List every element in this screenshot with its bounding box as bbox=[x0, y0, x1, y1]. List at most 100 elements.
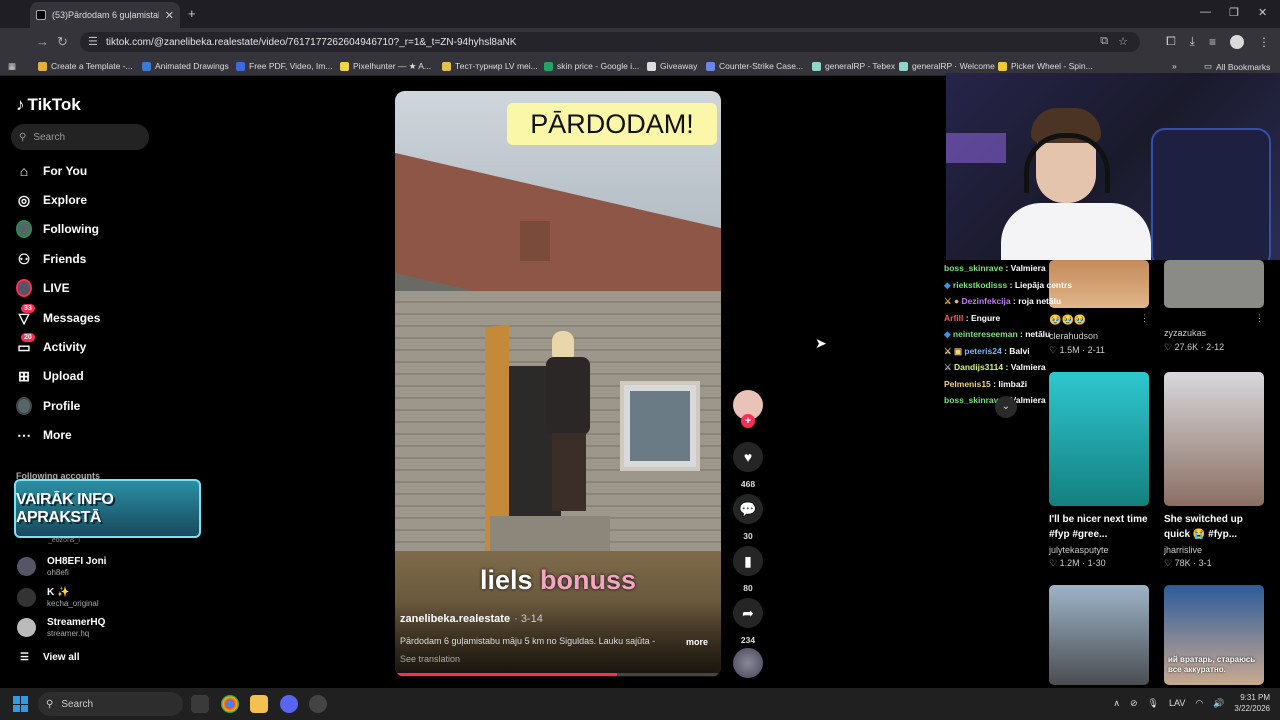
all-bookmarks[interactable]: ▭ All Bookmarks bbox=[1204, 61, 1270, 72]
address-bar[interactable]: ☰ tiktok.com/@zanelibeka.realestate/vide… bbox=[80, 32, 1140, 52]
bookmark-item[interactable]: Counter-Strike Case... bbox=[706, 61, 803, 71]
nav-upload[interactable]: ⊞ Upload bbox=[16, 368, 84, 384]
thumbnail[interactable] bbox=[1049, 585, 1149, 685]
search-input[interactable]: ⚲ Search bbox=[11, 124, 149, 150]
thumbnail-user[interactable]: zyzazukas bbox=[1164, 328, 1206, 338]
nav-messages[interactable]: ▽ 33 Messages bbox=[16, 304, 100, 326]
thumbnail[interactable] bbox=[1164, 372, 1264, 506]
forward-icon[interactable]: → bbox=[36, 34, 49, 49]
music-disc-icon[interactable] bbox=[733, 648, 763, 678]
chat-user: boss_skinrave bbox=[944, 263, 1004, 273]
thumbnail-likes: 78K bbox=[1174, 558, 1191, 568]
video-progress-bar[interactable] bbox=[395, 673, 721, 676]
menu-dots-icon[interactable]: ⋮ bbox=[1258, 35, 1270, 49]
follow-plus-icon[interactable]: + bbox=[741, 414, 755, 428]
following-account[interactable]: OH8EFI Joni oh8efi bbox=[17, 556, 106, 577]
site-info-icon[interactable]: ☰ bbox=[88, 35, 98, 48]
thumbnail-user[interactable]: jharrislive bbox=[1164, 545, 1202, 555]
new-tab-icon[interactable]: + bbox=[188, 6, 196, 21]
nav-friends[interactable]: ⚇ Friends bbox=[16, 251, 87, 267]
nav-for-you[interactable]: ⌂ For You bbox=[16, 163, 87, 179]
video-author[interactable]: zanelibeka.realestate · 3-14 bbox=[400, 613, 543, 625]
media-icon[interactable]: ≡ bbox=[1209, 35, 1216, 49]
tiktok-logo[interactable]: ♪ TikTok bbox=[16, 95, 81, 115]
windows-start-icon[interactable] bbox=[13, 696, 29, 712]
reload-icon[interactable]: ↻ bbox=[57, 34, 68, 50]
tab-title: (53)Pārdodam 6 guļamistabu m bbox=[52, 10, 159, 20]
tray-overflow-icon[interactable]: ∧ bbox=[1113, 698, 1120, 709]
nav-label: LIVE bbox=[43, 281, 70, 295]
tiktok-note-icon: ♪ bbox=[16, 95, 25, 114]
thumbnail[interactable]: ий вратарь, стараюсь все аккуратно. bbox=[1164, 585, 1264, 685]
task-view-icon[interactable] bbox=[191, 695, 209, 713]
comment-button[interactable]: 💬 30 bbox=[733, 494, 763, 541]
extensions-icon[interactable]: ⧠ bbox=[1166, 34, 1176, 49]
microphone-icon[interactable]: 🎙 bbox=[1148, 698, 1159, 709]
bookmark-item[interactable]: skin price - Google i... bbox=[544, 61, 639, 71]
download-icon[interactable]: ⤓ bbox=[1190, 34, 1195, 49]
browser-tab[interactable]: (53)Pārdodam 6 guļamistabu m ✕ bbox=[30, 2, 180, 28]
mouse-cursor-icon: ➤ bbox=[815, 335, 827, 351]
video-frame-chimney bbox=[520, 221, 550, 261]
following-account[interactable]: StreamerHQ streamer.hq bbox=[17, 617, 105, 638]
caption-word: liels bbox=[479, 565, 533, 595]
author-name[interactable]: zanelibeka.realestate bbox=[400, 613, 510, 625]
video-progress-fill bbox=[395, 673, 617, 676]
account-avatar bbox=[17, 618, 36, 637]
thumbnail-more-icon[interactable]: ⋮ bbox=[1255, 313, 1264, 324]
bookmarks-overflow-icon[interactable]: » bbox=[1172, 61, 1177, 71]
bookmark-item[interactable]: generalRP · Welcome bbox=[899, 61, 995, 71]
bookmark-item[interactable]: Free PDF, Video, Im... bbox=[236, 61, 332, 71]
account-name: K ✨ bbox=[47, 587, 70, 598]
wifi-icon[interactable]: ◠ bbox=[1195, 698, 1203, 709]
close-window-icon[interactable]: ✕ bbox=[1258, 6, 1267, 19]
view-all-button[interactable]: ☰ View all bbox=[20, 652, 79, 663]
nav-profile[interactable]: Profile bbox=[16, 397, 80, 415]
discord-icon[interactable] bbox=[280, 695, 298, 713]
install-app-icon[interactable]: ⧉ bbox=[1100, 35, 1108, 48]
inbox-icon: ▭ 20 bbox=[16, 333, 35, 355]
maximize-icon[interactable]: ❐ bbox=[1229, 6, 1239, 19]
nav-following[interactable]: Following bbox=[16, 220, 99, 238]
apps-grid-icon[interactable]: ▦ bbox=[8, 61, 16, 72]
like-button[interactable]: ♥ 468 bbox=[733, 442, 763, 489]
nav-live[interactable]: LIVE bbox=[16, 279, 70, 297]
bookmark-item[interactable]: Create a Template -... bbox=[38, 61, 133, 71]
bookmark-item[interactable]: Picker Wheel - Spin... bbox=[998, 61, 1093, 71]
chrome-icon[interactable] bbox=[221, 695, 239, 713]
save-button[interactable]: ▮ 80 bbox=[733, 546, 763, 593]
nav-explore[interactable]: ◎ Explore bbox=[16, 192, 87, 208]
bookmark-item[interactable]: generalRP - Tebex bbox=[812, 61, 895, 71]
share-button[interactable]: ➦ 234 bbox=[733, 598, 763, 645]
bookmark-item[interactable]: Pixelhunter — ★ A... bbox=[340, 61, 431, 72]
bookmark-item[interactable]: Тест-турнир LV mei... bbox=[442, 61, 538, 71]
volume-icon[interactable]: 🔊 bbox=[1213, 698, 1224, 709]
chat-message: Valmiera bbox=[1010, 362, 1046, 372]
nav-activity[interactable]: ▭ 20 Activity bbox=[16, 333, 86, 355]
obs-icon[interactable] bbox=[309, 695, 327, 713]
bookmark-label: generalRP · Welcome bbox=[912, 61, 995, 71]
thumbnail-caption[interactable]: I'll be nicer next time #fyp #gree... bbox=[1049, 512, 1153, 542]
close-tab-icon[interactable]: ✕ bbox=[165, 9, 174, 22]
more-button[interactable]: more bbox=[686, 637, 708, 647]
thumbnail-user[interactable]: julytekasputyte bbox=[1049, 545, 1109, 555]
video-caption: liels bonuss bbox=[395, 565, 721, 596]
bookmark-item[interactable]: Animated Drawings bbox=[142, 61, 229, 71]
bookmark-item[interactable]: Giveaway bbox=[647, 61, 697, 71]
taskbar-search[interactable]: ⚲ Search bbox=[38, 692, 183, 716]
language-indicator[interactable]: LAV bbox=[1169, 698, 1185, 708]
following-account[interactable]: K ✨ kecha_original bbox=[17, 587, 99, 608]
nav-label: Following bbox=[43, 222, 99, 236]
video-player[interactable]: PĀRDODAM! liels bonuss zanelibeka.reales… bbox=[395, 91, 721, 677]
file-explorer-icon[interactable] bbox=[250, 695, 268, 713]
nav-more[interactable]: ⋯ More bbox=[16, 427, 72, 443]
thumbnail-caption[interactable]: She switched up quick 😭 #fyp... bbox=[1164, 512, 1268, 542]
clock[interactable]: 9:31 PM 3/22/2026 bbox=[1234, 692, 1270, 714]
network-icon[interactable]: ⊘ bbox=[1130, 698, 1138, 709]
bookmark-star-icon[interactable]: ☆ bbox=[1118, 35, 1128, 48]
thumbnail[interactable] bbox=[1164, 260, 1264, 308]
minimize-icon[interactable]: — bbox=[1200, 6, 1211, 18]
see-translation-link[interactable]: See translation bbox=[400, 654, 460, 664]
chevron-down-icon[interactable]: ⌄ bbox=[995, 396, 1017, 418]
profile-avatar-icon[interactable] bbox=[1230, 34, 1244, 49]
